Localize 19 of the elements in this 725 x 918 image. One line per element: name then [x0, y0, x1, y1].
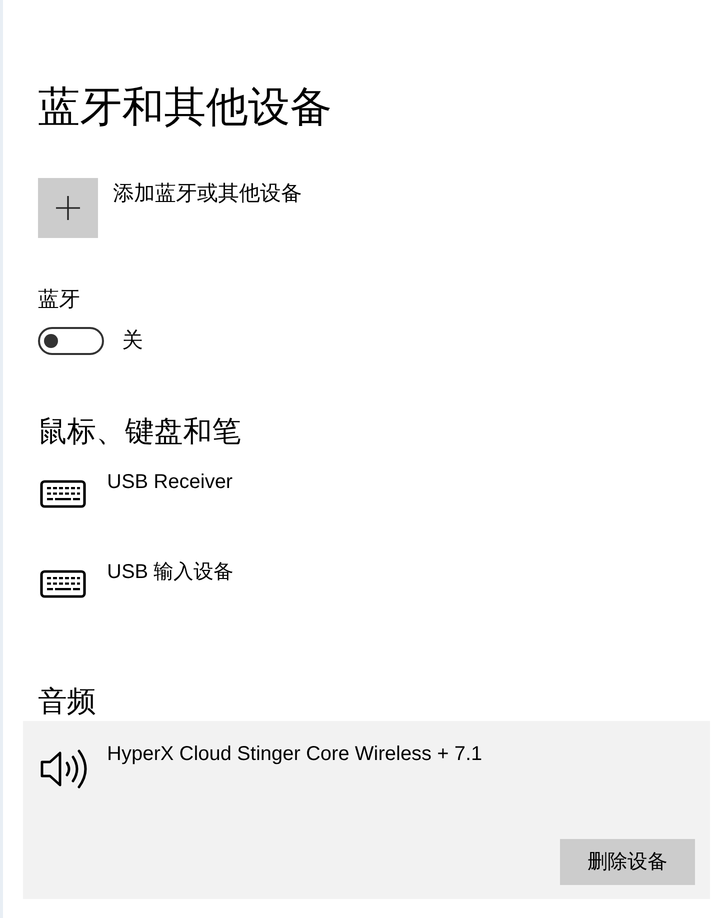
- device-name: USB 输入设备: [107, 560, 234, 585]
- page-title: 蓝牙和其他设备: [38, 82, 332, 132]
- plus-icon: [56, 196, 80, 220]
- device-item[interactable]: USB 输入设备: [23, 541, 710, 631]
- device-name: HyperX Cloud Stinger Core Wireless + 7.1: [107, 742, 482, 767]
- bluetooth-state: 关: [122, 328, 143, 354]
- device-name: USB Receiver: [107, 470, 233, 495]
- add-device-button[interactable]: [38, 178, 98, 238]
- remove-device-button[interactable]: 删除设备: [560, 839, 695, 885]
- bluetooth-toggle[interactable]: [38, 327, 104, 355]
- bluetooth-label: 蓝牙: [38, 287, 80, 313]
- device-item[interactable]: HyperX Cloud Stinger Core Wireless + 7.1 删除设备: [23, 721, 710, 899]
- add-device-label[interactable]: 添加蓝牙或其他设备: [113, 178, 302, 208]
- section-heading: 鼠标、键盘和笔: [38, 415, 241, 450]
- section-heading: 音频: [38, 685, 96, 720]
- speaker-icon: [40, 749, 90, 789]
- keyboard-icon: [40, 480, 86, 508]
- device-item[interactable]: USB Receiver: [23, 451, 710, 541]
- keyboard-icon: [40, 570, 86, 598]
